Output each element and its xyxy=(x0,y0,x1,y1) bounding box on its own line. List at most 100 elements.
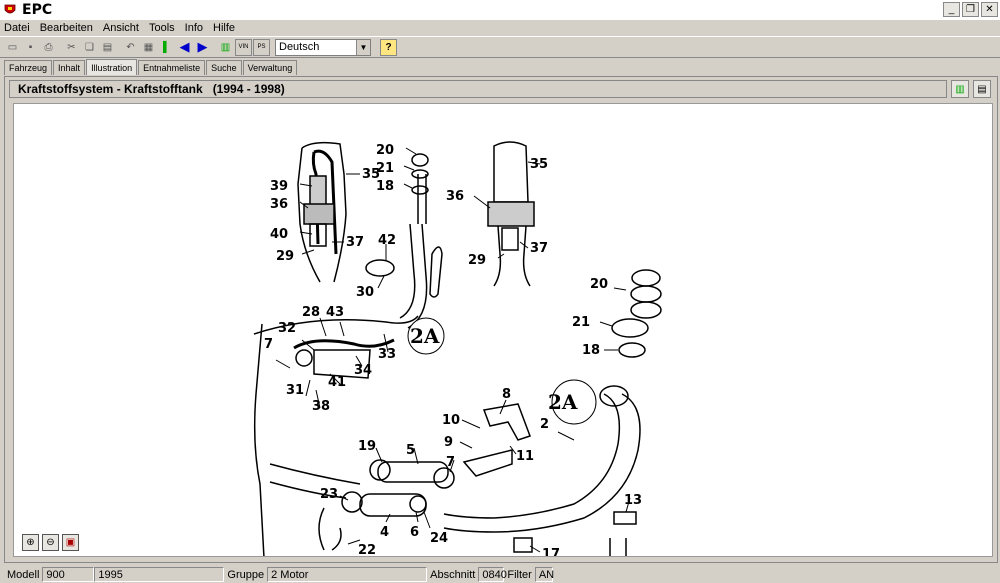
status-filter-label: Filter xyxy=(507,568,532,581)
part-label-2a-b[interactable]: 2A xyxy=(548,390,578,414)
part-label-18b[interactable]: 18 xyxy=(582,343,600,358)
status-abschnitt-label: Abschnitt xyxy=(430,568,476,581)
part-label-2a[interactable]: 2A xyxy=(410,324,440,348)
zoom-fit-button[interactable]: ▣ xyxy=(62,534,79,551)
part-label-2[interactable]: 2 xyxy=(540,417,549,432)
part-label-21b[interactable]: 21 xyxy=(572,315,590,330)
part-label-38[interactable]: 38 xyxy=(312,399,330,414)
menu-info[interactable]: Info xyxy=(185,22,203,34)
tab-illustration[interactable]: Illustration xyxy=(86,59,138,75)
part-label-43[interactable]: 43 xyxy=(326,305,344,320)
part-label-9[interactable]: 9 xyxy=(444,435,453,450)
part-label-8[interactable]: 8 xyxy=(502,387,511,402)
part-label-35b[interactable]: 35 xyxy=(530,157,548,172)
part-label-17[interactable]: 17 xyxy=(542,547,560,557)
part-label-13[interactable]: 13 xyxy=(624,493,642,508)
part-label-34[interactable]: 34 xyxy=(354,363,372,378)
part-label-30[interactable]: 30 xyxy=(356,285,374,300)
copy-icon[interactable]: ❏ xyxy=(81,39,98,56)
part-label-22[interactable]: 22 xyxy=(358,543,376,557)
part-label-33[interactable]: 33 xyxy=(378,347,396,362)
paste-icon[interactable]: ▤ xyxy=(99,39,116,56)
part-label-5[interactable]: 5 xyxy=(406,443,415,458)
flag-icon[interactable]: ▌ xyxy=(158,39,175,56)
part-label-4[interactable]: 4 xyxy=(380,525,389,540)
status-filter-value: AN xyxy=(534,567,554,582)
part-label-24[interactable]: 24 xyxy=(430,531,448,546)
history-icon[interactable]: ↶ xyxy=(122,39,139,56)
part-label-36b[interactable]: 36 xyxy=(446,189,464,204)
language-value: Deutsch xyxy=(279,41,320,53)
status-abschnitt-value: 0840 xyxy=(478,567,507,582)
notes-button[interactable]: ▤ xyxy=(973,80,991,98)
illustration-canvas[interactable]: 20 21 18 35 39 36 40 29 37 42 30 35 36 3… xyxy=(13,103,993,557)
menu-datei[interactable]: Datei xyxy=(4,22,30,34)
zoom-controls: ⊕ ⊖ ▣ xyxy=(22,534,79,551)
part-label-35[interactable]: 35 xyxy=(362,167,380,182)
part-label-29[interactable]: 29 xyxy=(276,249,294,264)
menu-bar: Datei Bearbeiten Ansicht Tools Info Hilf… xyxy=(0,20,1000,36)
menu-ansicht[interactable]: Ansicht xyxy=(103,22,139,34)
zoom-in-button[interactable]: ⊕ xyxy=(22,534,39,551)
app-window: EPC _ ❐ ✕ Datei Bearbeiten Ansicht Tools… xyxy=(0,0,1000,583)
section-header: Kraftstoffsystem - Kraftstofftank (1994 … xyxy=(9,80,947,98)
print-icon[interactable]: ⎙ xyxy=(40,39,57,56)
title-bar: EPC _ ❐ ✕ xyxy=(0,0,1000,20)
part-label-40[interactable]: 40 xyxy=(270,227,288,242)
minimize-button[interactable]: _ xyxy=(943,2,960,17)
part-label-42[interactable]: 42 xyxy=(378,233,396,248)
illustration-panel: Kraftstoffsystem - Kraftstofftank (1994 … xyxy=(4,76,998,563)
chevron-down-icon[interactable]: ▼ xyxy=(356,39,370,55)
parts-list-icon[interactable]: ▥ xyxy=(217,39,234,56)
tab-suche[interactable]: Suche xyxy=(206,60,242,75)
part-label-36[interactable]: 36 xyxy=(270,197,288,212)
back-arrow-icon[interactable]: ◀ xyxy=(176,39,193,56)
zoom-fit-icon: ▣ xyxy=(65,537,76,548)
save-icon[interactable]: ▪ xyxy=(22,39,39,56)
status-bar: Modell 900 1995 Gruppe 2 Motor Abschnitt… xyxy=(0,566,1000,583)
part-label-37[interactable]: 37 xyxy=(346,235,364,250)
part-label-37b[interactable]: 37 xyxy=(530,241,548,256)
ps-button[interactable]: PS xyxy=(253,38,270,56)
forward-arrow-icon[interactable]: ▶ xyxy=(194,39,211,56)
part-label-32[interactable]: 32 xyxy=(278,321,296,336)
parts-list-button[interactable]: ▥ xyxy=(951,80,969,98)
tab-entnahmeliste[interactable]: Entnahmeliste xyxy=(138,60,206,75)
tab-inhalt[interactable]: Inhalt xyxy=(53,60,86,75)
section-title: Kraftstoffsystem - Kraftstofftank (1994 … xyxy=(18,82,285,96)
cut-icon[interactable]: ✂ xyxy=(63,39,80,56)
part-label-39[interactable]: 39 xyxy=(270,179,288,194)
part-label-29b[interactable]: 29 xyxy=(468,253,486,268)
tab-fahrzeug[interactable]: Fahrzeug xyxy=(4,60,53,75)
window-title: EPC xyxy=(22,2,53,18)
part-label-7b[interactable]: 7 xyxy=(446,455,455,470)
status-gruppe-value: 2 Motor xyxy=(267,567,428,582)
menu-bearbeiten[interactable]: Bearbeiten xyxy=(40,22,93,34)
help-icon[interactable]: ? xyxy=(380,38,397,56)
part-label-10[interactable]: 10 xyxy=(442,413,460,428)
toolbar: ▭ ▪ ⎙ ✂ ❏ ▤ ↶ ▦ ▌ ◀ ▶ ▥ VIN PS Deutsch ▼… xyxy=(0,36,1000,58)
part-label-19[interactable]: 19 xyxy=(358,439,376,454)
part-label-23[interactable]: 23 xyxy=(320,487,338,502)
open-folder-icon[interactable]: ▭ xyxy=(4,39,21,56)
part-label-20[interactable]: 20 xyxy=(376,143,394,158)
menu-hilfe[interactable]: Hilfe xyxy=(213,22,235,34)
part-label-28[interactable]: 28 xyxy=(302,305,320,320)
zoom-out-button[interactable]: ⊖ xyxy=(42,534,59,551)
vin-button[interactable]: VIN xyxy=(235,38,252,56)
part-label-31[interactable]: 31 xyxy=(286,383,304,398)
parts-list-icon: ▥ xyxy=(955,83,965,95)
part-label-11[interactable]: 11 xyxy=(516,449,534,464)
zoom-out-icon: ⊖ xyxy=(46,537,55,548)
part-label-41[interactable]: 41 xyxy=(328,375,346,390)
bookmark-icon[interactable]: ▦ xyxy=(140,39,157,56)
close-button[interactable]: ✕ xyxy=(981,2,998,17)
language-select[interactable]: Deutsch ▼ xyxy=(275,38,371,56)
part-label-7[interactable]: 7 xyxy=(264,337,273,352)
part-label-20b[interactable]: 20 xyxy=(590,277,608,292)
menu-tools[interactable]: Tools xyxy=(149,22,175,34)
status-modell-value: 900 xyxy=(42,567,95,582)
restore-button[interactable]: ❐ xyxy=(962,2,979,17)
part-label-6[interactable]: 6 xyxy=(410,525,419,540)
tab-verwaltung[interactable]: Verwaltung xyxy=(242,60,298,75)
